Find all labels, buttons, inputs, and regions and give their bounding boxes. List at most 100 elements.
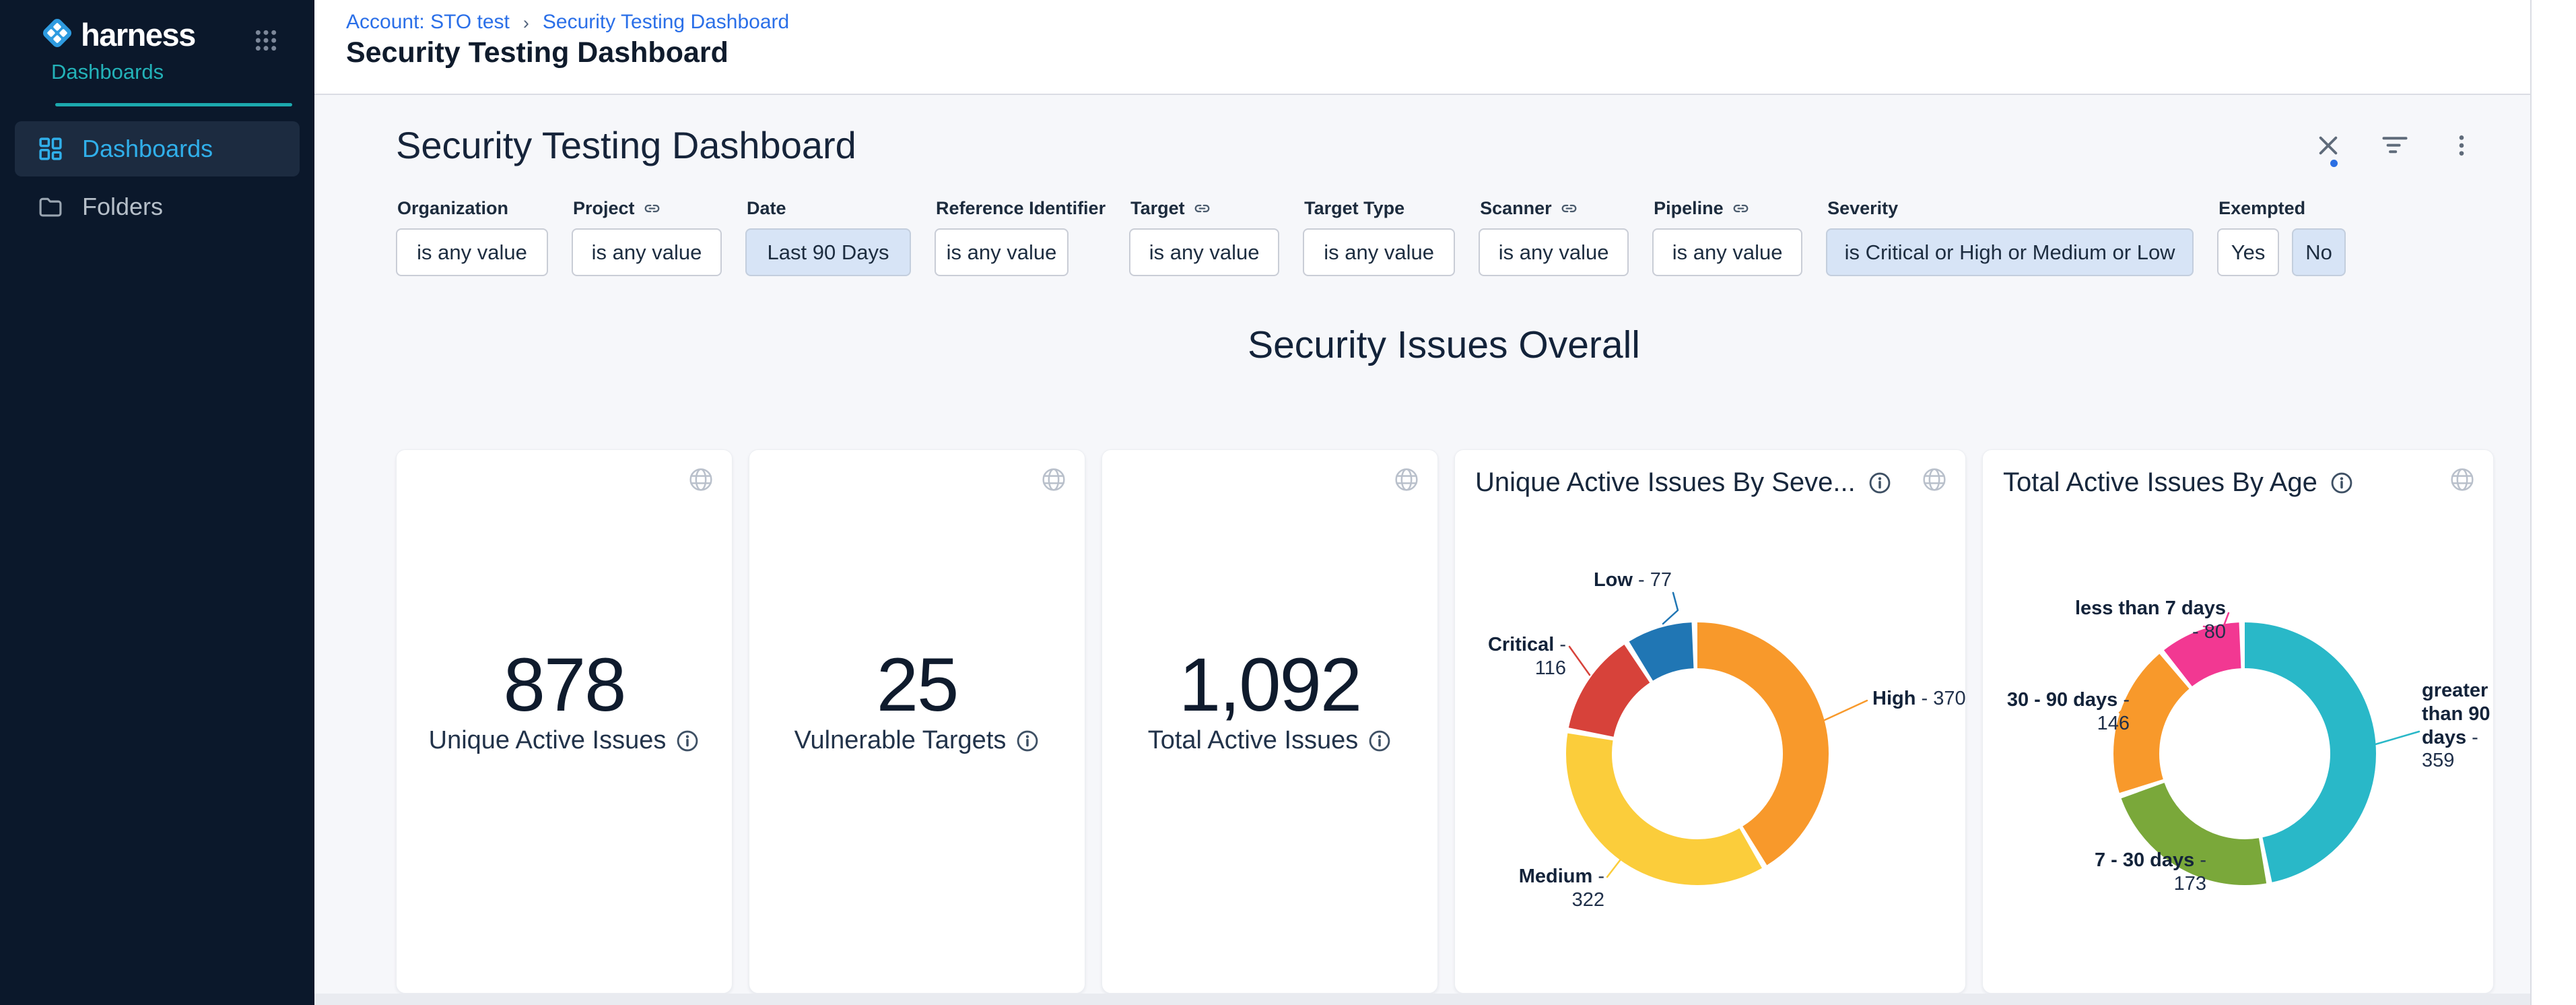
slice-label-greater-than-90-days: greater than 90 days - 359 — [2422, 679, 2501, 773]
kebab-icon — [2448, 132, 2475, 159]
kebab-button[interactable] — [2448, 132, 2475, 159]
sidebar-item-dashboards[interactable]: Dashboards — [15, 121, 300, 176]
filter-icon — [2379, 130, 2410, 161]
link-icon — [1732, 199, 1750, 218]
filter-value-button[interactable]: is any value — [1303, 228, 1455, 276]
filter-project: Project is any value — [572, 195, 722, 276]
filter-organization: Organization is any value — [396, 195, 548, 276]
stat-value: 1,092 — [1102, 641, 1437, 728]
slice-name: less than 7 days — [2075, 597, 2226, 619]
exempted-toggle: Yes No — [2217, 228, 2346, 276]
chevron-right-icon: › — [523, 11, 529, 34]
explore-button[interactable] — [687, 466, 714, 493]
slice-separator: - — [2192, 621, 2204, 643]
sidebar-item-label: Dashboards — [82, 135, 213, 163]
info-icon[interactable] — [675, 729, 700, 753]
globe-icon — [687, 466, 714, 493]
slice-label-Low: Low - 77 — [1517, 569, 1672, 592]
sidebar-item-folders[interactable]: Folders — [15, 179, 300, 234]
stat-card-unique-active-issues: 878Unique Active Issues — [396, 449, 733, 994]
slice-label-less-than-7-days: less than 7 days - 80 — [2064, 597, 2226, 644]
filter-label-text: Target Type — [1304, 198, 1404, 219]
folder-icon — [36, 193, 65, 221]
exempted-yes-button[interactable]: Yes — [2217, 228, 2279, 276]
slice-label-30-90-days: 30 - 90 days - 146 — [1983, 688, 2130, 736]
slice-name: Critical — [1488, 634, 1554, 655]
slice-name: Low — [1594, 569, 1633, 591]
filter-label-text: Scanner — [1480, 198, 1552, 219]
stat-card-total-active-issues: 1,092Total Active Issues — [1101, 449, 1438, 994]
filter-severity: Severity is Critical or High or Medium or… — [1826, 195, 2194, 276]
breadcrumb-account-link[interactable]: Account: STO test — [346, 11, 510, 34]
filter-exempted: ExemptedYesNo — [2217, 195, 2346, 276]
topbar: Account: STO test › Security Testing Das… — [314, 0, 2576, 95]
filter-value-button[interactable]: is any value — [1129, 228, 1279, 276]
leader-line — [1663, 593, 1678, 624]
slice-label-7-30-days: 7 - 30 days - 173 — [2070, 849, 2206, 896]
slice-name: greater than 90 days — [2422, 680, 2490, 748]
globe-icon — [1040, 466, 1067, 493]
grid-apps-icon — [252, 27, 279, 54]
filter-label-text: Reference Identifier — [936, 198, 1106, 219]
link-icon — [1560, 199, 1578, 218]
filter-label: Date — [747, 195, 911, 222]
filter-value-button[interactable]: Last 90 Days — [745, 228, 911, 276]
section-title: Security Issues Overall — [396, 323, 2492, 367]
filter-label-text: Project — [573, 198, 635, 219]
stat-label: Unique Active Issues — [397, 726, 732, 755]
slice-separator: - — [1554, 634, 1566, 655]
filter-label-text: Severity — [1827, 198, 1898, 219]
harness-logo-icon — [39, 15, 75, 51]
slice-value: 146 — [2097, 713, 2130, 734]
filter-value-button[interactable]: is any value — [935, 228, 1069, 276]
slice-value: 322 — [1572, 889, 1604, 911]
info-icon[interactable] — [1015, 729, 1040, 753]
exempted-no-button[interactable]: No — [2292, 228, 2346, 276]
slice-name: High — [1872, 688, 1916, 709]
sidebar: harness Dashboards DashboardsFolders — [0, 0, 314, 1005]
leader-line — [1569, 647, 1590, 675]
filter-label: Scanner — [1480, 195, 1629, 222]
slice-name: Medium — [1519, 866, 1593, 887]
filter-button[interactable] — [2379, 130, 2410, 161]
donut-card-unique-active-issues-by-seve-: Unique Active Issues By Seve...High - 37… — [1454, 449, 1966, 994]
filter-label: Target Type — [1304, 195, 1455, 222]
scrollbar-track[interactable] — [2530, 0, 2576, 1005]
slice-label-Medium: Medium - 322 — [1482, 865, 1604, 912]
filter-value-button[interactable]: is any value — [572, 228, 722, 276]
breadcrumb: Account: STO test › Security Testing Das… — [346, 11, 789, 34]
filter-label-text: Target — [1130, 198, 1185, 219]
globe-icon — [1393, 466, 1420, 493]
filter-value-button[interactable]: is any value — [396, 228, 548, 276]
close-button[interactable] — [2315, 132, 2342, 159]
slice-separator: - — [2466, 727, 2478, 748]
filter-label: Organization — [397, 195, 548, 222]
stat-label: Total Active Issues — [1102, 726, 1437, 755]
filter-value-button[interactable]: is any value — [1652, 228, 1802, 276]
filter-date: Date Last 90 Days — [745, 195, 911, 276]
app-switcher-button[interactable] — [252, 27, 279, 57]
sidebar-item-label: Folders — [82, 193, 163, 221]
filter-value-button[interactable]: is any value — [1479, 228, 1629, 276]
info-icon[interactable] — [1367, 729, 1392, 753]
slice-value: 80 — [2204, 621, 2226, 643]
filter-label: Project — [573, 195, 722, 222]
dashboard-content: Security Testing Dashboard Organizationi… — [314, 95, 2576, 1005]
filter-label-text: Organization — [397, 198, 508, 219]
explore-button[interactable] — [1393, 466, 1420, 493]
slice-name: 7 - 30 days — [2095, 849, 2194, 871]
dashboard-actions — [2315, 130, 2475, 161]
filter-reference-identifier: Reference Identifier is any value — [935, 195, 1106, 276]
filter-label-text: Pipeline — [1654, 198, 1724, 219]
stat-card-vulnerable-targets: 25Vulnerable Targets — [749, 449, 1085, 994]
leader-line — [1825, 701, 1867, 720]
slice-separator: - — [2194, 849, 2206, 871]
stat-label-text: Vulnerable Targets — [794, 726, 1007, 755]
explore-button[interactable] — [1040, 466, 1067, 493]
filter-value-button[interactable]: is Critical or High or Medium or Low — [1826, 228, 2194, 276]
breadcrumb-page-link[interactable]: Security Testing Dashboard — [543, 11, 789, 34]
leader-line — [2375, 732, 2419, 744]
module-name: Dashboards — [51, 60, 314, 84]
leader-line — [1607, 860, 1621, 877]
filter-label: Reference Identifier — [936, 195, 1106, 222]
